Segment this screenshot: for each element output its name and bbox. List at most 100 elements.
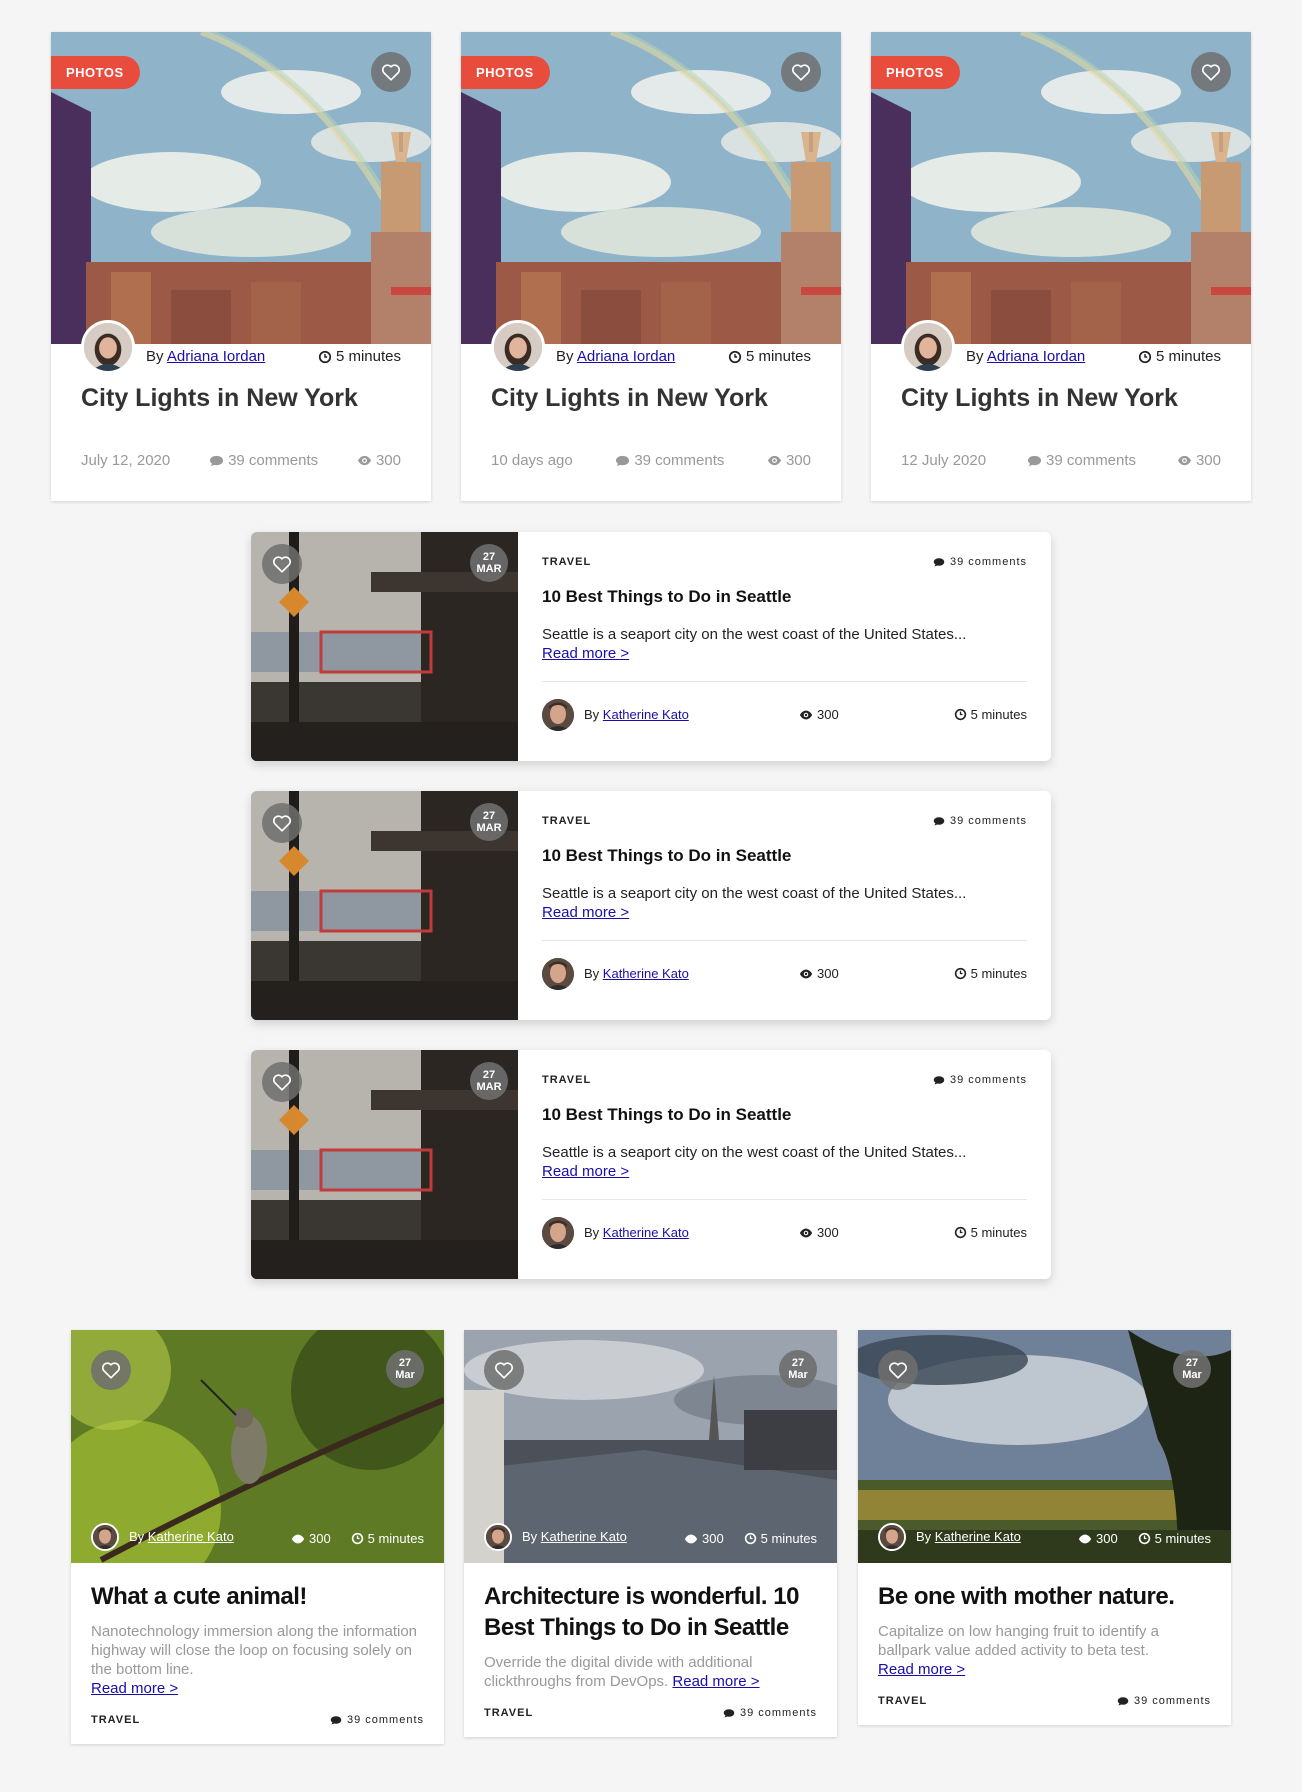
date-badge: 27 Mar	[779, 1350, 817, 1388]
article-image[interactable]: 27 MAR	[251, 791, 518, 1020]
comment-count[interactable]: 39 comments	[1027, 452, 1136, 469]
favorite-button[interactable]	[781, 52, 821, 92]
category-label[interactable]: TRAVEL	[542, 556, 591, 568]
favorite-button[interactable]	[91, 1350, 131, 1390]
category-label[interactable]: TRAVEL	[91, 1714, 140, 1726]
read-time: 5 minutes	[954, 1225, 1027, 1240]
eye-icon	[684, 1532, 698, 1546]
read-time: 5 minutes	[1138, 348, 1221, 365]
view-count: 300	[357, 452, 401, 469]
comment-count[interactable]: 39 comments	[933, 556, 1027, 568]
comment-count[interactable]: 39 comments	[615, 452, 724, 469]
comment-count[interactable]: 39 comments	[330, 1714, 424, 1726]
article-image[interactable]: 27 Mar By Katherine Kato 300 5 minutes	[464, 1330, 837, 1563]
read-more-link[interactable]: Read more >	[91, 1680, 178, 1697]
divider	[542, 940, 1027, 941]
category-label[interactable]: TRAVEL	[542, 1074, 591, 1086]
article-card[interactable]: PHOTOS By Adriana Iordan 5 minutes City …	[51, 32, 431, 501]
read-more-link[interactable]: Read more >	[542, 1163, 629, 1180]
category-badge[interactable]: PHOTOS	[871, 56, 960, 89]
clock-icon	[1138, 1532, 1151, 1545]
heart-icon	[887, 1359, 909, 1381]
excerpt-text: Nanotechnology immersion along the infor…	[91, 1623, 418, 1678]
author-avatar	[81, 320, 135, 374]
view-count: 300	[1078, 1531, 1118, 1546]
article-image[interactable]: PHOTOS	[461, 32, 841, 344]
read-time-text: 5 minutes	[1155, 348, 1221, 365]
article-image[interactable]: 27 MAR	[251, 1050, 518, 1279]
article-title[interactable]: City Lights in New York	[81, 384, 358, 413]
article-title[interactable]: 10 Best Things to Do in Seattle	[542, 1105, 791, 1125]
article-card[interactable]: 27 Mar By Katherine Kato 300 5 minutes Ar…	[464, 1330, 837, 1737]
author-link[interactable]: Katherine Kato	[603, 707, 689, 722]
heart-icon	[271, 1071, 293, 1093]
article-title[interactable]: Be one with mother nature.	[878, 1581, 1211, 1612]
date-badge: 27 Mar	[386, 1350, 424, 1388]
divider	[542, 1199, 1027, 1200]
article-card[interactable]: PHOTOS By Adriana Iordan 5 minutes City …	[871, 32, 1251, 501]
excerpt-text: Seattle is a seaport city on the west co…	[542, 626, 967, 643]
favorite-button[interactable]	[1191, 52, 1231, 92]
read-time: 5 minutes	[1138, 1531, 1211, 1546]
author-link[interactable]: Adriana Iordan	[987, 348, 1085, 365]
article-title[interactable]: Architecture is wonderful. 10 Best Thing…	[484, 1581, 817, 1643]
favorite-button[interactable]	[484, 1350, 524, 1390]
read-time-text: 5 minutes	[760, 1531, 817, 1546]
article-card[interactable]: 27 Mar By Katherine Kato 300 5 minutes Wh…	[71, 1330, 444, 1744]
byline: By Katherine Kato	[584, 1225, 689, 1240]
comment-count[interactable]: 39 comments	[209, 452, 318, 469]
article-card[interactable]: PHOTOS By Adriana Iordan 5 minutes City …	[461, 32, 841, 501]
comment-count[interactable]: 39 comments	[933, 815, 1027, 827]
read-more-link[interactable]: Read more >	[542, 645, 629, 662]
eye-icon	[1078, 1532, 1092, 1546]
article-excerpt: Override the digital divide with additio…	[484, 1653, 817, 1691]
comment-count[interactable]: 39 comments	[723, 1707, 817, 1719]
category-label[interactable]: TRAVEL	[542, 815, 591, 827]
article-image[interactable]: 27 Mar By Katherine Kato 300 5 minutes	[71, 1330, 444, 1563]
author-link[interactable]: Katherine Kato	[148, 1529, 234, 1544]
date-day: 27	[482, 551, 496, 563]
by-label: By	[129, 1529, 145, 1544]
category-badge[interactable]: PHOTOS	[461, 56, 550, 89]
read-more-link[interactable]: Read more >	[542, 904, 629, 921]
article-title[interactable]: City Lights in New York	[901, 384, 1178, 413]
category-label[interactable]: TRAVEL	[878, 1695, 927, 1707]
clock-icon	[744, 1532, 757, 1545]
author-link[interactable]: Katherine Kato	[603, 966, 689, 981]
author-link[interactable]: Adriana Iordan	[577, 348, 675, 365]
byline: By Katherine Kato	[522, 1529, 627, 1544]
read-more-link[interactable]: Read more >	[672, 1673, 759, 1690]
article-title[interactable]: 10 Best Things to Do in Seattle	[542, 846, 791, 866]
favorite-button[interactable]	[262, 803, 302, 843]
by-label: By	[584, 1225, 600, 1240]
by-label: By	[916, 1529, 932, 1544]
comment-count[interactable]: 39 comments	[933, 1074, 1027, 1086]
favorite-button[interactable]	[262, 1062, 302, 1102]
author-link[interactable]: Katherine Kato	[935, 1529, 1021, 1544]
article-title[interactable]: City Lights in New York	[491, 384, 768, 413]
article-title[interactable]: What a cute animal!	[91, 1581, 424, 1612]
read-more-link[interactable]: Read more >	[878, 1661, 965, 1678]
favorite-button[interactable]	[371, 52, 411, 92]
eye-icon	[799, 967, 813, 981]
category-label[interactable]: TRAVEL	[484, 1707, 533, 1719]
read-time-text: 5 minutes	[335, 348, 401, 365]
favorite-button[interactable]	[878, 1350, 918, 1390]
article-card[interactable]: 27 Mar By Katherine Kato 300 5 minutes Be…	[858, 1330, 1231, 1725]
eye-icon	[767, 453, 782, 468]
horizontal-article-card[interactable]: 27 MAR TRAVEL 39 comments 10 Best Things …	[251, 532, 1051, 761]
favorite-button[interactable]	[262, 544, 302, 584]
article-meta: 10 days ago 39 comments 300	[491, 452, 811, 469]
author-link[interactable]: Katherine Kato	[603, 1225, 689, 1240]
article-image[interactable]: 27 Mar By Katherine Kato 300 5 minutes	[858, 1330, 1231, 1563]
author-link[interactable]: Katherine Kato	[541, 1529, 627, 1544]
article-image[interactable]: PHOTOS	[871, 32, 1251, 344]
horizontal-article-card[interactable]: 27 MAR TRAVEL 39 comments 10 Best Things …	[251, 791, 1051, 1020]
horizontal-article-card[interactable]: 27 MAR TRAVEL 39 comments 10 Best Things …	[251, 1050, 1051, 1279]
article-image[interactable]: 27 MAR	[251, 532, 518, 761]
author-link[interactable]: Adriana Iordan	[167, 348, 265, 365]
article-image[interactable]: PHOTOS	[51, 32, 431, 344]
category-badge[interactable]: PHOTOS	[51, 56, 140, 89]
article-title[interactable]: 10 Best Things to Do in Seattle	[542, 587, 791, 607]
comment-count[interactable]: 39 comments	[1117, 1695, 1211, 1707]
